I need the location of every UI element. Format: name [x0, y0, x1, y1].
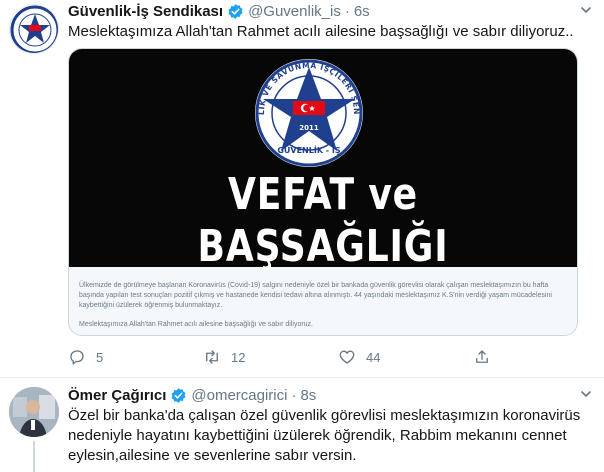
logo-name: GÜVENLİK - İŞ: [277, 145, 341, 155]
tweet-header: Güvenlik-İş Sendikası @Guvenlik_is · 6s: [68, 1, 370, 21]
like-icon: [339, 350, 355, 364]
tweet-text: Özel bir banka'da çalışan özel güvenlik …: [68, 407, 581, 464]
reply-button[interactable]: 5: [68, 346, 103, 368]
tweet-actions: 5 12 44: [68, 346, 538, 368]
card-footer-text: Meslektaşımıza Allah'tan Rahmet acılı ai…: [79, 321, 314, 328]
thread-line: [33, 441, 35, 472]
retweet-icon: [206, 350, 218, 364]
share-button[interactable]: [473, 346, 491, 368]
card-banner: VEFAT ve BAŞSAĞLIĞI: [197, 169, 449, 272]
share-icon: [476, 350, 488, 363]
union-logo: GÜVENLİK VE SAVUNMA İŞÇİLERİ SENDİKASI 2…: [249, 57, 363, 167]
reply-icon: [70, 350, 84, 365]
reply-count: 5: [96, 349, 104, 365]
avatar[interactable]: [9, 4, 59, 54]
logo-year: 2011: [299, 124, 319, 132]
retweet-count: 12: [231, 349, 246, 365]
caret-down-icon[interactable]: [580, 388, 592, 400]
timestamp[interactable]: 6s: [354, 3, 370, 20]
avatar[interactable]: [9, 387, 59, 437]
tweet-header: Ömer Çağırıcı @omercagirici · 8s: [68, 385, 316, 405]
verified-icon: [171, 387, 186, 403]
author-handle[interactable]: @Guvenlik_is: [248, 3, 341, 20]
author-name[interactable]: Güvenlik-İş Sendikası: [68, 3, 223, 20]
link-card[interactable]: GÜVENLİK VE SAVUNMA İŞÇİLERİ SENDİKASI 2…: [68, 48, 578, 336]
union-logo-icon: [10, 5, 58, 53]
separator-dot: ·: [291, 386, 297, 404]
author-handle[interactable]: @omercagirici: [191, 387, 287, 404]
profile-photo: [9, 387, 59, 437]
separator-dot: ·: [344, 2, 350, 20]
card-image: GÜVENLİK VE SAVUNMA İŞÇİLERİ SENDİKASI 2…: [69, 49, 577, 272]
timestamp[interactable]: 8s: [300, 387, 316, 404]
retweet-button[interactable]: 12: [203, 346, 245, 368]
author-name[interactable]: Ömer Çağırıcı: [68, 387, 166, 404]
verified-icon: [228, 3, 243, 19]
caret-down-icon[interactable]: [580, 4, 592, 16]
tweet-text: Meslektaşımıza Allah'tan Rahmet acılı ai…: [68, 23, 574, 40]
like-count: 44: [366, 349, 381, 365]
tweet[interactable]: Güvenlik-İş Sendikası @Guvenlik_is · 6s …: [0, 0, 604, 378]
like-button[interactable]: 44: [338, 346, 380, 368]
tweet[interactable]: Ömer Çağırıcı @omercagirici · 8s Özel bi…: [0, 379, 604, 472]
card-body-text: Ülkemizde de görülmeye başlanan Koronavi…: [79, 282, 552, 309]
